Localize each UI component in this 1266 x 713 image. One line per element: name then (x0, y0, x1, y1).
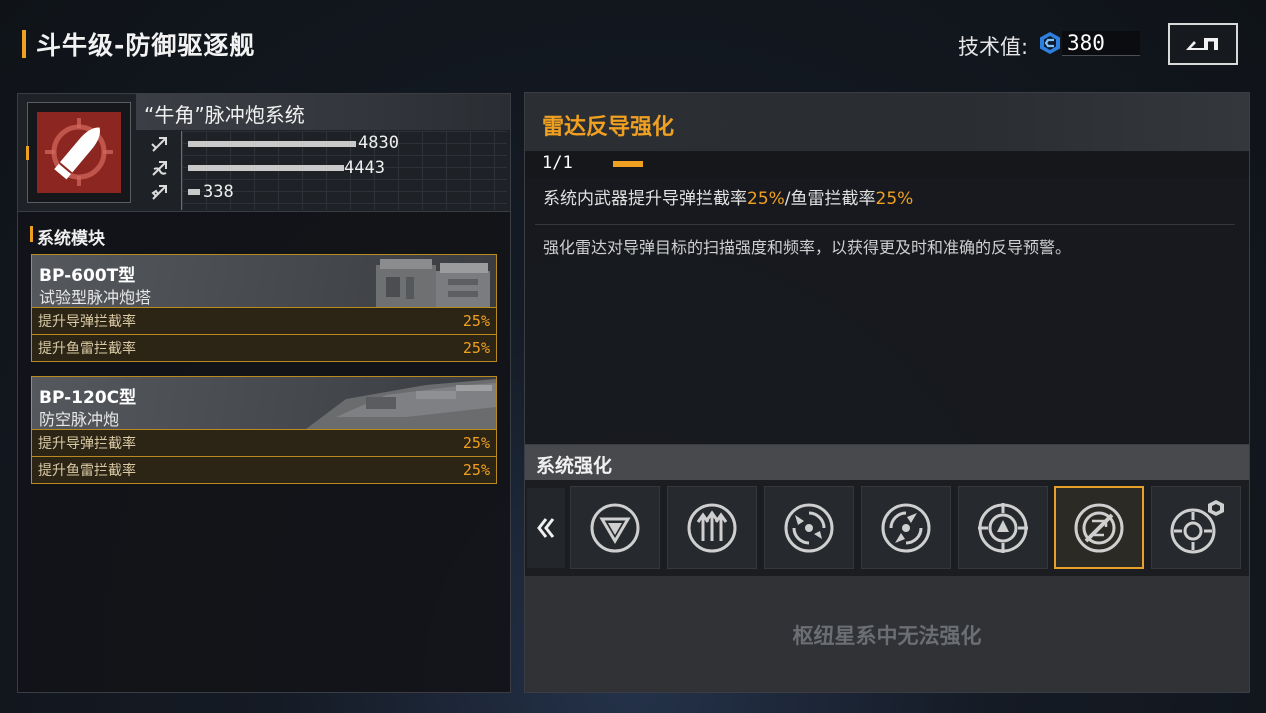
tech-point-icon (1040, 32, 1060, 54)
page-title: 斗牛级-防御驱逐舰 (36, 31, 256, 60)
upgrade-effect: 系统内武器提升导弹拦截率25%/鱼雷拦截率25% (543, 184, 913, 209)
enhance-slot[interactable] (861, 486, 951, 569)
enhance-section-title: 系统强化 (536, 455, 613, 477)
module-code: BP-120C型 (39, 388, 137, 408)
effect-prefix: 系统内武器提升导弹拦截率 (543, 189, 747, 209)
weapon-selected-marker (26, 146, 29, 160)
module-effect-value: 25% (462, 339, 490, 357)
module-effect-row: 提升鱼雷拦截率 25% (32, 334, 496, 361)
weapon-name: “牛角”脉冲炮系统 (144, 103, 305, 127)
module-header: BP-120C型 防空脉冲炮 (32, 377, 496, 429)
modules-section-title: 系统模块 (37, 229, 105, 249)
delta-arrows-icon (590, 503, 640, 552)
module-name: 防空脉冲炮 (39, 410, 120, 429)
stat-value-air: 338 (203, 182, 234, 202)
anti-torpedo-icon (152, 161, 167, 176)
module-effect-value: 25% (462, 461, 490, 479)
effect-mid: /鱼雷拦截率 (784, 189, 876, 209)
module-header: BP-600T型 试验型脉冲炮塔 (32, 255, 496, 307)
stat-value-torpedo: 4443 (344, 158, 385, 178)
triple-arrow-up-icon (687, 503, 737, 552)
module-effect-label: 提升导弹拦截率 (38, 314, 136, 330)
level-pip (613, 161, 643, 167)
radar-sweep-icon (784, 503, 834, 552)
module-code: BP-600T型 (39, 266, 136, 286)
module-effect-label: 提升鱼雷拦截率 (38, 463, 136, 479)
module-effect-row: 提升鱼雷拦截率 25% (32, 456, 496, 483)
tech-points-value: 380 (1067, 31, 1105, 55)
divider (535, 224, 1235, 225)
turret-image (376, 259, 490, 307)
enhance-slot[interactable] (958, 486, 1048, 569)
effect-value-torpedo: 25% (875, 189, 914, 209)
stat-bar-missile (188, 141, 356, 147)
module-effect-value: 25% (462, 434, 490, 452)
module-card[interactable]: BP-120C型 防空脉冲炮 提升导弹拦截率 25% 提升鱼雷拦截率 25% (31, 376, 497, 484)
back-button[interactable] (1168, 23, 1238, 65)
double-chevron-left-icon (537, 518, 555, 538)
upgrade-description: 强化雷达对导弹目标的扫描强度和频率，以获得更及时和准确的反导预警。 (543, 238, 1072, 257)
module-effect-row: 提升导弹拦截率 25% (32, 429, 496, 456)
anti-missile-icon (151, 137, 167, 152)
weapon-icon-bg (37, 112, 121, 193)
crosshair-triad-icon (978, 502, 1028, 553)
title-accent (22, 30, 26, 58)
target-lock-shield-icon (1170, 499, 1224, 553)
radar-antimissile-icon (1074, 503, 1124, 552)
shell-target-icon (45, 118, 113, 186)
upgrade-title: 雷达反导强化 (542, 115, 675, 140)
enhance-locked-message: 枢纽星系中无法强化 (792, 624, 982, 648)
enhance-slot[interactable] (667, 486, 757, 569)
scroll-left-button[interactable] (527, 488, 565, 568)
back-arrow-icon (1186, 38, 1218, 50)
tech-points-label: 技术值: (958, 35, 1029, 59)
module-name: 试验型脉冲炮塔 (39, 288, 152, 307)
module-effect-label: 提升鱼雷拦截率 (38, 341, 136, 357)
enhance-slot[interactable] (764, 486, 854, 569)
title-bar: 斗牛级-防御驱逐舰 (22, 26, 255, 62)
stat-bar-air (188, 189, 200, 195)
anti-air-icon (151, 185, 167, 200)
module-effect-label: 提升导弹拦截率 (38, 436, 136, 452)
enhance-slot[interactable] (570, 486, 660, 569)
radar-sweep-alt-icon (881, 503, 931, 552)
enhance-slot[interactable] (1151, 486, 1241, 569)
stat-value-missile: 4830 (358, 133, 399, 153)
module-card[interactable]: BP-600T型 试验型脉冲炮塔 提升导弹拦截率 25% 提升鱼雷拦截率 25% (31, 254, 497, 362)
module-effect-value: 25% (462, 312, 490, 330)
modules-label-accent (30, 226, 33, 242)
anti-air-gun-image (306, 379, 496, 429)
upgrade-level: 1/1 (542, 153, 573, 173)
enhance-slot-selected[interactable] (1054, 486, 1144, 569)
enhance-header (525, 445, 1249, 480)
effect-value-missile: 25% (747, 189, 785, 209)
stat-bar-torpedo (188, 165, 344, 171)
module-effect-row: 提升导弹拦截率 25% (32, 307, 496, 334)
